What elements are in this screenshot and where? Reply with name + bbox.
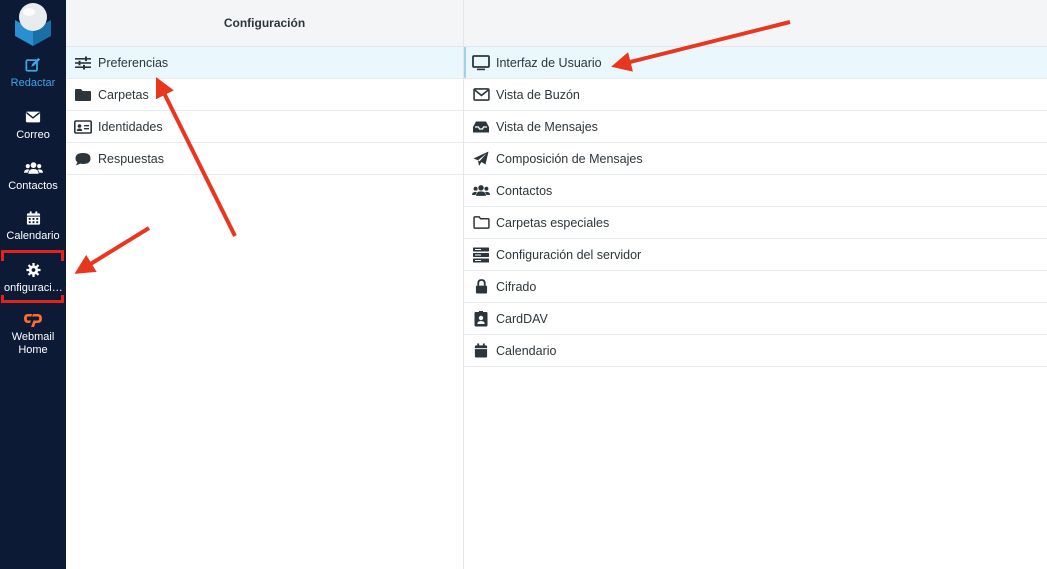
pref-item-mailbox-view[interactable]: Vista de Buzón	[464, 79, 1047, 111]
settings-panel-header: Configuración	[66, 0, 463, 47]
settings-item-label: Carpetas	[98, 87, 149, 102]
nav-webmail-home[interactable]: Webmail Home	[0, 310, 66, 357]
roundcube-logo	[15, 3, 51, 46]
nav-calendar[interactable]: Calendario	[0, 209, 66, 243]
nav-mail[interactable]: Correo	[0, 108, 66, 142]
comment-icon	[74, 151, 92, 167]
nav-calendar-label: Calendario	[6, 230, 60, 242]
pref-item-special-folders[interactable]: Carpetas especiales	[464, 207, 1047, 239]
pref-item-label: Configuración del servidor	[496, 247, 642, 262]
sidebar: Redactar Correo Contactos Calendario onf…	[0, 0, 66, 569]
nav-webmail-home-label: Webmail Home	[11, 331, 55, 356]
settings-item-folders[interactable]: Carpetas	[66, 79, 463, 111]
settings-item-preferences[interactable]: Preferencias	[66, 47, 463, 79]
pref-item-message-composition[interactable]: Composición de Mensajes	[464, 143, 1047, 175]
preferences-panel: Interfaz de Usuario Vista de Buzón Vista…	[464, 0, 1047, 569]
pref-item-label: Contactos	[496, 183, 553, 198]
settings-item-identities[interactable]: Identidades	[66, 111, 463, 143]
monitor-icon	[472, 54, 490, 71]
pref-item-label: CardDAV	[496, 311, 548, 326]
pref-item-carddav[interactable]: CardDAV	[464, 303, 1047, 335]
pref-item-label: Vista de Buzón	[496, 87, 580, 102]
folder-icon	[74, 87, 92, 103]
pref-item-server-settings[interactable]: Configuración del servidor	[464, 239, 1047, 271]
settings-item-label: Preferencias	[98, 55, 169, 70]
inbox-icon	[472, 119, 490, 135]
settings-item-label: Identidades	[98, 119, 163, 134]
settings-list-panel: Configuración Preferencias Carpetas Iden…	[66, 0, 464, 569]
preferences-panel-header	[464, 0, 1047, 47]
settings-item-label: Respuestas	[98, 151, 165, 166]
pref-item-label: Composición de Mensajes	[496, 151, 643, 166]
pref-item-label: Calendario	[496, 343, 557, 358]
pref-item-calendar[interactable]: Calendario	[464, 335, 1047, 367]
calendar-icon	[26, 211, 40, 225]
pref-item-label: Vista de Mensajes	[496, 119, 598, 134]
nav-contacts-label: Contactos	[8, 180, 58, 192]
nav-settings[interactable]: onfiguraci…	[0, 261, 66, 295]
pref-item-contacts[interactable]: Contactos	[464, 175, 1047, 207]
sliders-icon	[74, 55, 92, 71]
id-card-icon	[74, 119, 92, 135]
gear-icon	[25, 262, 41, 278]
pref-item-encryption[interactable]: Cifrado	[464, 271, 1047, 303]
folder-outline-icon	[472, 215, 490, 231]
users-icon	[23, 162, 43, 174]
nav-mail-label: Correo	[16, 129, 50, 141]
nav-settings-label: onfiguraci…	[4, 282, 63, 294]
server-icon	[472, 247, 490, 263]
envelope-icon	[25, 111, 41, 123]
pref-item-label: Cifrado	[496, 279, 537, 294]
address-book-icon	[472, 310, 490, 327]
lock-icon	[472, 279, 490, 295]
settings-panel-title: Configuración	[223, 16, 306, 30]
pref-item-label: Interfaz de Usuario	[496, 55, 602, 70]
cpanel-icon	[24, 314, 42, 327]
compose-icon	[25, 57, 41, 72]
users-icon	[472, 183, 490, 199]
nav-compose[interactable]: Redactar	[0, 56, 66, 90]
envelope-outline-icon	[472, 87, 490, 103]
nav-compose-label: Redactar	[10, 77, 56, 89]
calendar-icon	[472, 343, 490, 359]
pref-item-message-view[interactable]: Vista de Mensajes	[464, 111, 1047, 143]
pref-item-user-interface[interactable]: Interfaz de Usuario	[464, 47, 1047, 79]
pref-item-label: Carpetas especiales	[496, 215, 610, 230]
nav-contacts[interactable]: Contactos	[0, 159, 66, 193]
paper-plane-icon	[472, 151, 490, 167]
settings-item-responses[interactable]: Respuestas	[66, 143, 463, 175]
